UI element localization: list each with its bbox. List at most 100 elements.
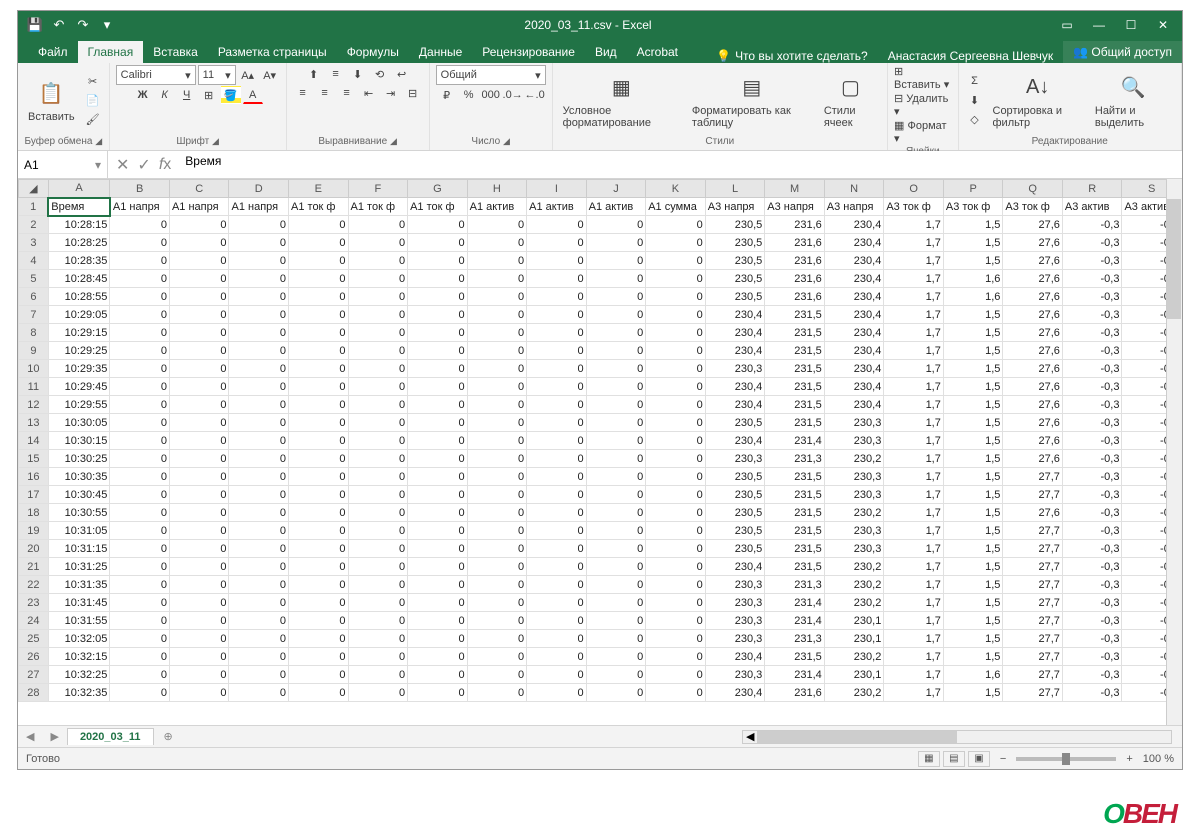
- cell[interactable]: 10:32:05: [48, 630, 110, 648]
- cell[interactable]: 0: [646, 234, 706, 252]
- cell[interactable]: 1,7: [884, 306, 944, 324]
- undo-icon[interactable]: ↶: [50, 16, 68, 34]
- cell[interactable]: -0,3: [1062, 216, 1122, 234]
- cell[interactable]: 0: [646, 270, 706, 288]
- cell[interactable]: 231,6: [765, 252, 825, 270]
- cell[interactable]: A1 напря: [110, 198, 170, 216]
- cell[interactable]: 230,3: [705, 594, 765, 612]
- cell[interactable]: 0: [110, 216, 170, 234]
- cell[interactable]: 0: [110, 486, 170, 504]
- cell[interactable]: 0: [229, 594, 289, 612]
- cell[interactable]: 0: [289, 648, 349, 666]
- cell[interactable]: 0: [110, 378, 170, 396]
- cell[interactable]: 231,6: [765, 270, 825, 288]
- cell[interactable]: 231,3: [765, 576, 825, 594]
- cell[interactable]: 10:28:15: [48, 216, 110, 234]
- row-header-23[interactable]: 23: [19, 594, 49, 612]
- cell[interactable]: 0: [408, 432, 468, 450]
- cell[interactable]: 1,6: [943, 270, 1003, 288]
- cell[interactable]: 0: [169, 648, 229, 666]
- cell[interactable]: 230,3: [705, 666, 765, 684]
- cell[interactable]: -0,3: [1062, 396, 1122, 414]
- cell[interactable]: 0: [527, 234, 587, 252]
- cell[interactable]: 0: [408, 594, 468, 612]
- cell[interactable]: 1,5: [943, 558, 1003, 576]
- cell[interactable]: 0: [646, 630, 706, 648]
- cell[interactable]: 0: [289, 486, 349, 504]
- cell[interactable]: -0,3: [1062, 360, 1122, 378]
- cell[interactable]: 1,5: [943, 396, 1003, 414]
- cell[interactable]: -0,3: [1062, 270, 1122, 288]
- cell[interactable]: 0: [169, 486, 229, 504]
- cell[interactable]: A3 актив: [1062, 198, 1122, 216]
- cell[interactable]: 0: [229, 666, 289, 684]
- cell[interactable]: 10:31:25: [48, 558, 110, 576]
- cell[interactable]: 0: [348, 216, 408, 234]
- cell[interactable]: 10:28:55: [48, 288, 110, 306]
- cell[interactable]: 1,7: [884, 612, 944, 630]
- cell[interactable]: 1,5: [943, 306, 1003, 324]
- cell[interactable]: 231,4: [765, 612, 825, 630]
- cell[interactable]: 231,3: [765, 630, 825, 648]
- col-header-K[interactable]: K: [646, 180, 706, 198]
- name-box[interactable]: A1▾: [18, 151, 108, 178]
- cell[interactable]: 230,2: [824, 576, 884, 594]
- cell[interactable]: 231,5: [765, 360, 825, 378]
- cell[interactable]: 231,6: [765, 288, 825, 306]
- cell[interactable]: 230,5: [705, 234, 765, 252]
- cell[interactable]: 0: [527, 288, 587, 306]
- cell[interactable]: 27,6: [1003, 234, 1063, 252]
- cell[interactable]: 0: [348, 288, 408, 306]
- cell[interactable]: 0: [348, 594, 408, 612]
- cell[interactable]: 0: [348, 612, 408, 630]
- cell[interactable]: 0: [110, 630, 170, 648]
- cell[interactable]: 0: [527, 324, 587, 342]
- cell[interactable]: 0: [408, 252, 468, 270]
- cell[interactable]: 27,6: [1003, 252, 1063, 270]
- cell[interactable]: 0: [110, 432, 170, 450]
- cell[interactable]: 230,5: [705, 468, 765, 486]
- cell[interactable]: 230,4: [705, 648, 765, 666]
- cell[interactable]: 27,6: [1003, 270, 1063, 288]
- cell[interactable]: 231,5: [765, 558, 825, 576]
- currency-icon[interactable]: ₽: [437, 86, 457, 104]
- cell[interactable]: 1,7: [884, 450, 944, 468]
- cell[interactable]: 0: [348, 234, 408, 252]
- cell[interactable]: 10:29:15: [48, 324, 110, 342]
- cell[interactable]: 0: [169, 666, 229, 684]
- cell[interactable]: 0: [646, 396, 706, 414]
- cell[interactable]: 231,5: [765, 486, 825, 504]
- cell[interactable]: 0: [467, 522, 527, 540]
- cell[interactable]: 0: [527, 630, 587, 648]
- cell[interactable]: 0: [169, 234, 229, 252]
- cell[interactable]: 1,7: [884, 252, 944, 270]
- cell[interactable]: 0: [527, 306, 587, 324]
- cell[interactable]: 1,5: [943, 504, 1003, 522]
- increase-font-icon[interactable]: A▴: [238, 66, 258, 84]
- cell[interactable]: 0: [586, 432, 646, 450]
- cell[interactable]: 0: [289, 468, 349, 486]
- cell[interactable]: 0: [348, 360, 408, 378]
- col-header-J[interactable]: J: [586, 180, 646, 198]
- zoom-level[interactable]: 100 %: [1143, 753, 1174, 765]
- cell[interactable]: 0: [348, 630, 408, 648]
- cell[interactable]: 230,5: [705, 252, 765, 270]
- cell[interactable]: Время: [48, 198, 110, 216]
- col-header-B[interactable]: B: [110, 180, 170, 198]
- cell[interactable]: 0: [169, 432, 229, 450]
- cell[interactable]: 0: [586, 324, 646, 342]
- cell[interactable]: 0: [169, 684, 229, 702]
- col-header-R[interactable]: R: [1062, 180, 1122, 198]
- cell[interactable]: 0: [408, 486, 468, 504]
- row-header-15[interactable]: 15: [19, 450, 49, 468]
- cell[interactable]: 27,6: [1003, 450, 1063, 468]
- cell[interactable]: 0: [408, 234, 468, 252]
- cell[interactable]: 0: [110, 666, 170, 684]
- cell[interactable]: 27,7: [1003, 612, 1063, 630]
- cell[interactable]: 0: [586, 360, 646, 378]
- cell[interactable]: 0: [348, 324, 408, 342]
- cell[interactable]: 1,7: [884, 630, 944, 648]
- cell[interactable]: 231,6: [765, 216, 825, 234]
- cell[interactable]: 0: [169, 216, 229, 234]
- cell[interactable]: 0: [467, 486, 527, 504]
